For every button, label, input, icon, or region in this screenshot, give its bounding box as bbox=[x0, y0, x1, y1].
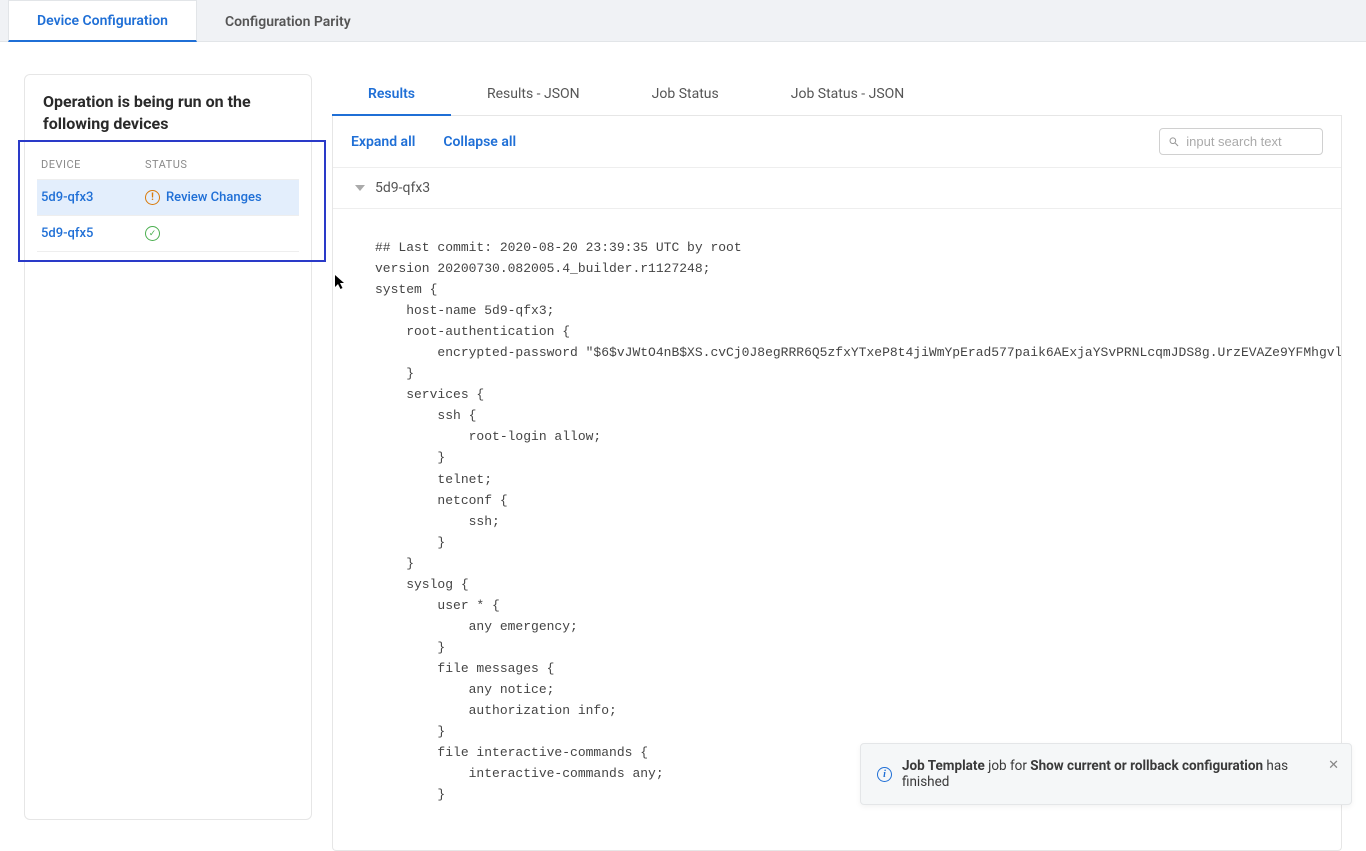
tab-configuration-parity[interactable]: Configuration Parity bbox=[197, 2, 379, 41]
device-row[interactable]: 5d9-qfx3 Review Changes bbox=[37, 180, 299, 216]
tab-job-status-json[interactable]: Job Status - JSON bbox=[755, 74, 941, 115]
chevron-down-icon bbox=[355, 185, 365, 191]
check-icon bbox=[145, 226, 160, 241]
device-status-label: Review Changes bbox=[166, 190, 262, 205]
devices-panel-title: Operation is being run on the following … bbox=[37, 91, 299, 134]
collapse-all-button[interactable]: Collapse all bbox=[443, 134, 516, 150]
results-panel: Results Results - JSON Job Status Job St… bbox=[332, 74, 1342, 851]
tab-device-configuration[interactable]: Device Configuration bbox=[8, 0, 197, 42]
device-status[interactable]: Review Changes bbox=[145, 190, 295, 205]
accordion-header[interactable]: 5d9-qfx3 bbox=[333, 167, 1341, 209]
toast-target: Show current or rollback configuration bbox=[1030, 758, 1263, 774]
search-icon bbox=[1168, 135, 1180, 149]
results-body: Expand all Collapse all 5d9-qfx3 ## Last… bbox=[332, 116, 1342, 851]
result-tabs: Results Results - JSON Job Status Job St… bbox=[332, 74, 1342, 116]
device-status bbox=[145, 226, 295, 241]
devices-panel: Operation is being run on the following … bbox=[24, 74, 312, 820]
col-header-status: Status bbox=[145, 158, 295, 171]
toast-message: Job Template job for Show current or rol… bbox=[902, 758, 1315, 790]
search-field[interactable] bbox=[1159, 128, 1323, 155]
device-table-header: Device Status bbox=[37, 150, 299, 180]
toast-prefix: Job Template bbox=[902, 758, 985, 774]
search-input[interactable] bbox=[1186, 134, 1314, 149]
device-name: 5d9-qfx3 bbox=[41, 190, 145, 205]
expand-all-button[interactable]: Expand all bbox=[351, 134, 415, 150]
close-icon[interactable]: ✕ bbox=[1328, 758, 1339, 773]
tab-results[interactable]: Results bbox=[332, 74, 451, 116]
top-tab-bar: Device Configuration Configuration Parit… bbox=[0, 0, 1366, 42]
content-area: Operation is being run on the following … bbox=[0, 42, 1366, 851]
results-toolbar: Expand all Collapse all bbox=[333, 116, 1341, 167]
device-row[interactable]: 5d9-qfx5 bbox=[37, 216, 299, 252]
tab-results-json[interactable]: Results - JSON bbox=[451, 74, 616, 115]
warning-icon bbox=[145, 190, 160, 205]
accordion-title: 5d9-qfx3 bbox=[375, 180, 430, 196]
col-header-device: Device bbox=[41, 158, 145, 171]
tab-job-status[interactable]: Job Status bbox=[616, 74, 755, 115]
job-finished-toast: Job Template job for Show current or rol… bbox=[860, 743, 1352, 805]
device-name: 5d9-qfx5 bbox=[41, 226, 145, 241]
info-icon bbox=[877, 767, 892, 782]
